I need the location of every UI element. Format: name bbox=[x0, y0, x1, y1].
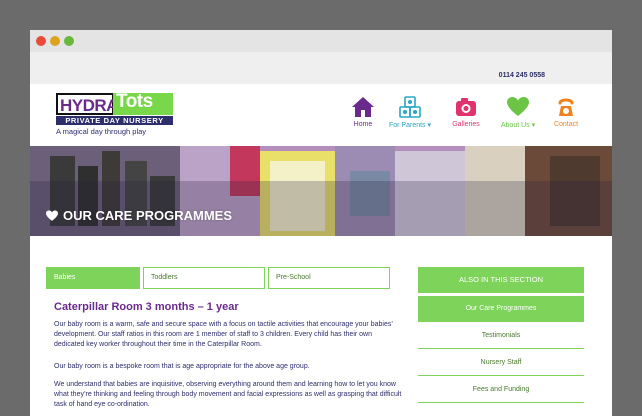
logo-subtitle: PRIVATE DAY NURSERY bbox=[56, 116, 173, 125]
page-heading: Caterpillar Room 3 months – 1 year bbox=[54, 301, 239, 313]
logo-tots-text: Tots bbox=[116, 91, 153, 112]
tab-babies[interactable]: Babies bbox=[46, 267, 140, 289]
site-header: HYDRA Tots PRIVATE DAY NURSERY A magical… bbox=[30, 84, 612, 146]
close-window-button[interactable] bbox=[36, 36, 46, 46]
nav-for-parents-label: For Parents ▾ bbox=[388, 122, 432, 129]
hero-title-text: OUR CARE PROGRAMMES bbox=[63, 208, 233, 223]
blocks-icon bbox=[399, 96, 421, 118]
sidebar-item-fees-and-funding[interactable]: Fees and Funding bbox=[418, 377, 584, 403]
minimize-window-button[interactable] bbox=[50, 36, 60, 46]
nav-about-us[interactable]: About Us ▾ bbox=[495, 96, 541, 129]
sidebar-title: ALSO IN THIS SECTION bbox=[418, 267, 584, 293]
house-icon bbox=[352, 97, 374, 117]
browser-chrome bbox=[30, 30, 612, 52]
telephone-icon bbox=[558, 98, 574, 116]
nav-galleries-label: Galleries bbox=[452, 121, 480, 128]
top-bar: 0114 245 0558 bbox=[30, 52, 612, 84]
content-paragraph: Our baby room is a warm, safe and secure… bbox=[54, 321, 393, 348]
browser-window: 0114 245 0558 HYDRA Tots PRIVATE DAY NUR… bbox=[30, 30, 612, 416]
tab-toddlers[interactable]: Toddlers bbox=[143, 267, 265, 289]
camera-icon bbox=[456, 98, 476, 116]
nav-contact-label: Contact bbox=[553, 121, 579, 128]
nav-contact[interactable]: Contact bbox=[543, 96, 589, 128]
heart-icon bbox=[46, 210, 58, 221]
maximize-window-button[interactable] bbox=[64, 36, 74, 46]
nav-home-label: Home bbox=[353, 121, 373, 128]
logo-hydra-text: HYDRA bbox=[60, 96, 118, 115]
phone-number[interactable]: 0114 245 0558 bbox=[499, 72, 545, 79]
logo-tagline: A magical day through play bbox=[56, 127, 147, 136]
hero-title: OUR CARE PROGRAMMES bbox=[46, 208, 232, 223]
heart-icon bbox=[507, 97, 529, 116]
content-paragraph: We understand that babies are inquisitiv… bbox=[54, 381, 402, 408]
nav-home[interactable]: Home bbox=[340, 96, 386, 128]
sidebar-item-testimonials[interactable]: Testimonials bbox=[418, 323, 584, 349]
tab-pre-school[interactable]: Pre-School bbox=[268, 267, 390, 289]
nav-about-us-label: About Us ▾ bbox=[500, 122, 536, 129]
nav-for-parents[interactable]: For Parents ▾ bbox=[387, 96, 433, 129]
content-paragraph: Our baby room is a bespoke room that is … bbox=[54, 363, 310, 370]
sidebar-item-nursery-staff[interactable]: Nursery Staff bbox=[418, 350, 584, 376]
sidebar-item-our-care-programmes[interactable]: Our Care Programmes bbox=[418, 296, 584, 322]
site-logo[interactable]: HYDRA Tots PRIVATE DAY NURSERY A magical… bbox=[56, 91, 176, 139]
nav-galleries[interactable]: Galleries bbox=[443, 96, 489, 128]
